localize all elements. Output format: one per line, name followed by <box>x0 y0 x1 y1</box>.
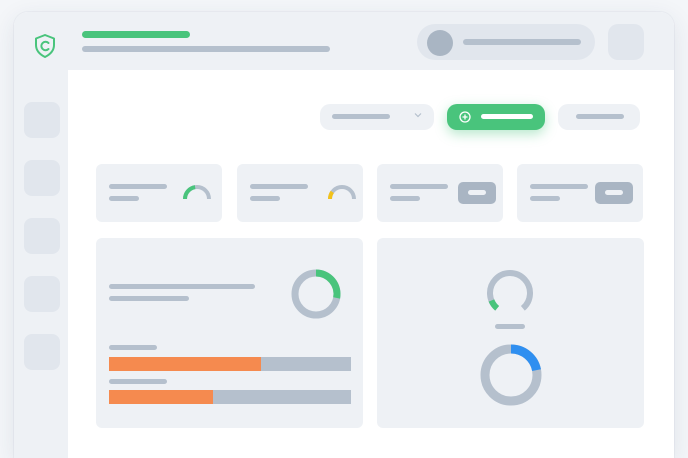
sidebar-item-2[interactable] <box>24 160 60 196</box>
gauge-label-placeholder <box>495 324 525 329</box>
stat-card-3 <box>377 164 503 222</box>
stat-label-placeholder <box>109 184 167 189</box>
stat-card-1 <box>96 164 222 222</box>
primary-button-label-placeholder <box>481 114 533 119</box>
page-title-placeholder <box>82 31 190 38</box>
username-placeholder <box>463 39 581 45</box>
stat-label-placeholder <box>530 184 588 189</box>
sidebar-item-5[interactable] <box>24 334 60 370</box>
header-action-button[interactable] <box>608 24 644 60</box>
panel-subtitle-placeholder <box>109 296 189 301</box>
sidebar <box>14 70 68 458</box>
status-badge <box>595 182 633 204</box>
plus-circle-icon <box>459 111 471 123</box>
donut-chart <box>291 269 341 319</box>
gauge-value <box>328 190 334 200</box>
stat-card-2 <box>237 164 363 222</box>
progress-bar-fill <box>109 357 262 371</box>
primary-action-button[interactable] <box>447 104 545 130</box>
panel-title-placeholder <box>109 284 255 289</box>
left-panel <box>96 238 363 428</box>
sidebar-item-3[interactable] <box>24 218 60 254</box>
right-panel <box>377 238 644 428</box>
sidebar-item-4[interactable] <box>24 276 60 312</box>
top-bar <box>14 12 674 70</box>
chevron-down-icon <box>414 111 422 119</box>
avatar-icon <box>427 30 453 56</box>
donut-segment <box>315 269 341 299</box>
donut-segment <box>510 344 541 372</box>
progress-bar-track <box>109 390 351 404</box>
secondary-action-button[interactable] <box>558 104 640 130</box>
stat-value-placeholder <box>250 196 280 201</box>
filter-dropdown[interactable] <box>320 104 434 130</box>
stat-value-placeholder <box>530 196 560 201</box>
donut-chart <box>480 344 542 406</box>
ring-gauge-chart <box>487 270 533 311</box>
sidebar-item-1[interactable] <box>24 102 60 138</box>
main-content <box>68 70 674 458</box>
status-badge <box>458 182 496 204</box>
page-subtitle-placeholder <box>82 46 330 52</box>
logo-icon[interactable] <box>34 34 56 58</box>
gauge-chart <box>183 185 211 200</box>
stat-card-4 <box>517 164 643 222</box>
stat-label-placeholder <box>390 184 448 189</box>
app-window <box>14 12 674 458</box>
stat-value-placeholder <box>390 196 420 201</box>
stat-value-placeholder <box>109 196 139 201</box>
bar-label-placeholder <box>109 345 157 350</box>
gauge-chart <box>328 185 356 200</box>
stat-label-placeholder <box>250 184 308 189</box>
dropdown-value-placeholder <box>332 114 390 119</box>
bar-label-placeholder <box>109 379 167 384</box>
ring-gauge-value <box>488 299 500 311</box>
user-menu[interactable] <box>417 24 595 60</box>
progress-bar-fill <box>109 390 214 404</box>
secondary-button-label-placeholder <box>576 114 624 119</box>
progress-bar-track <box>109 357 351 371</box>
gauge-value <box>183 185 196 200</box>
